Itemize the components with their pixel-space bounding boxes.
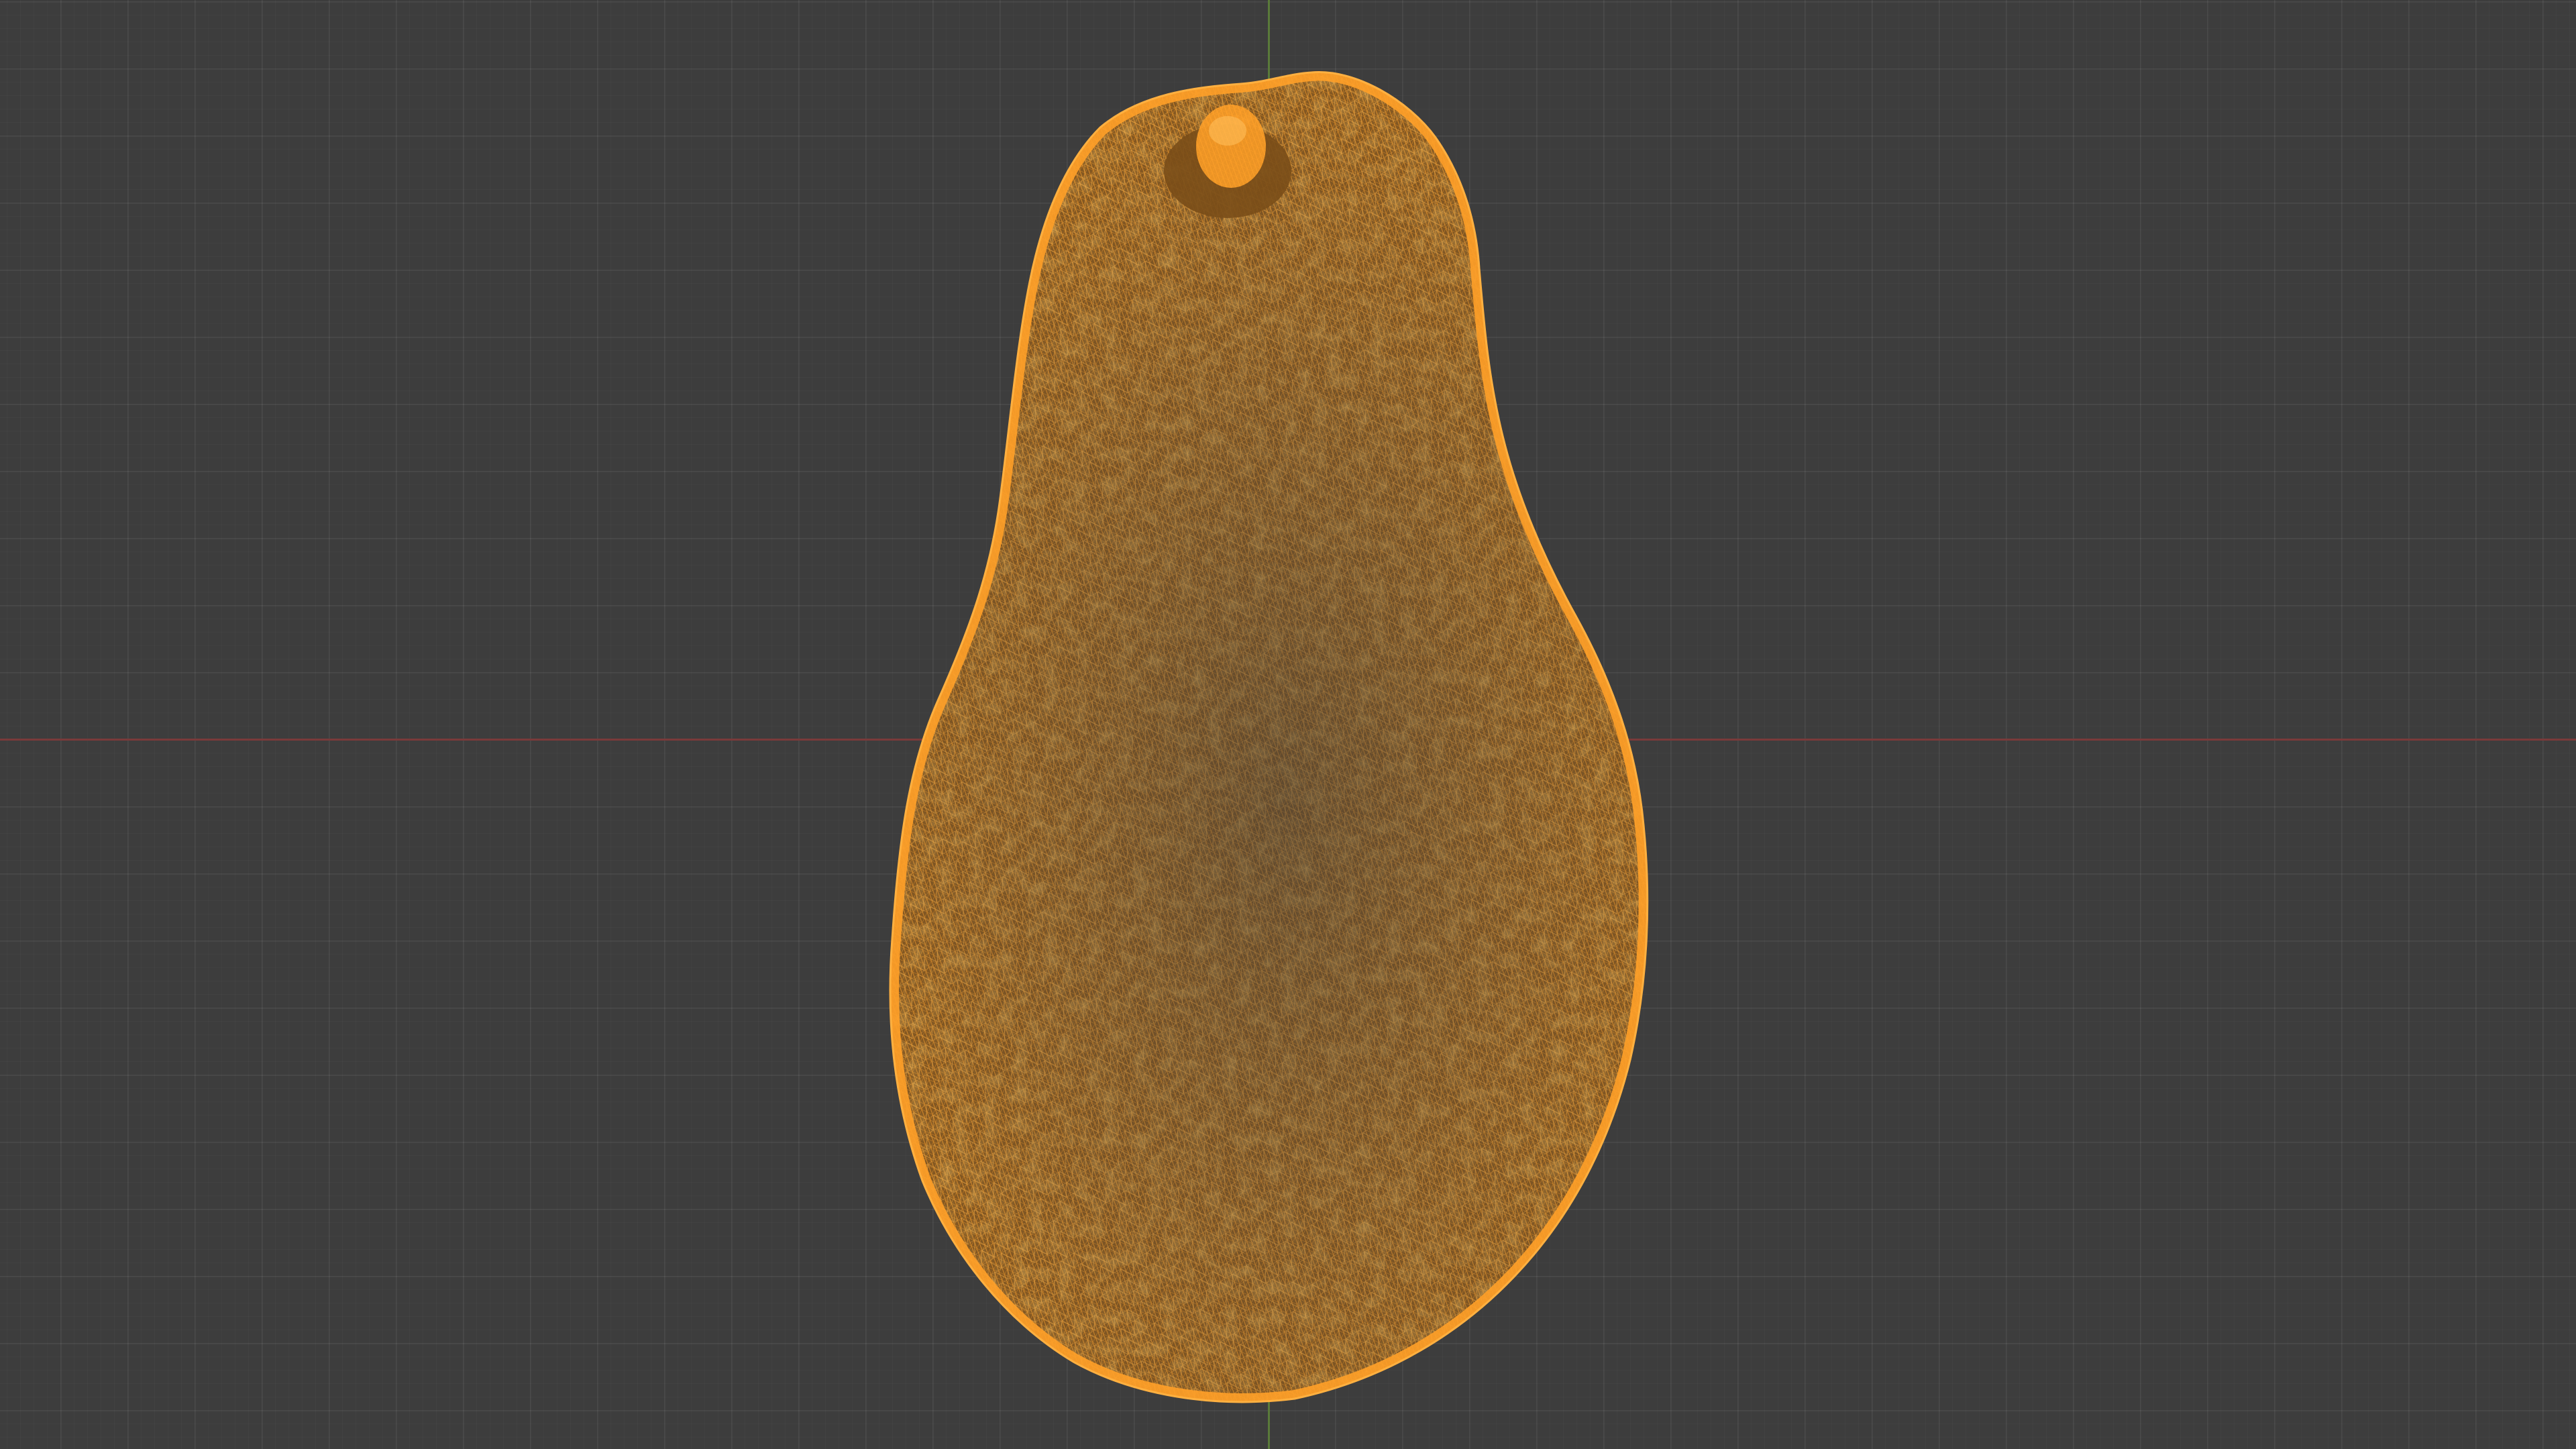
3d-viewport[interactable] <box>0 0 2576 1449</box>
avocado-mesh-canvas <box>889 70 1649 1403</box>
avocado-body <box>890 72 1648 1402</box>
